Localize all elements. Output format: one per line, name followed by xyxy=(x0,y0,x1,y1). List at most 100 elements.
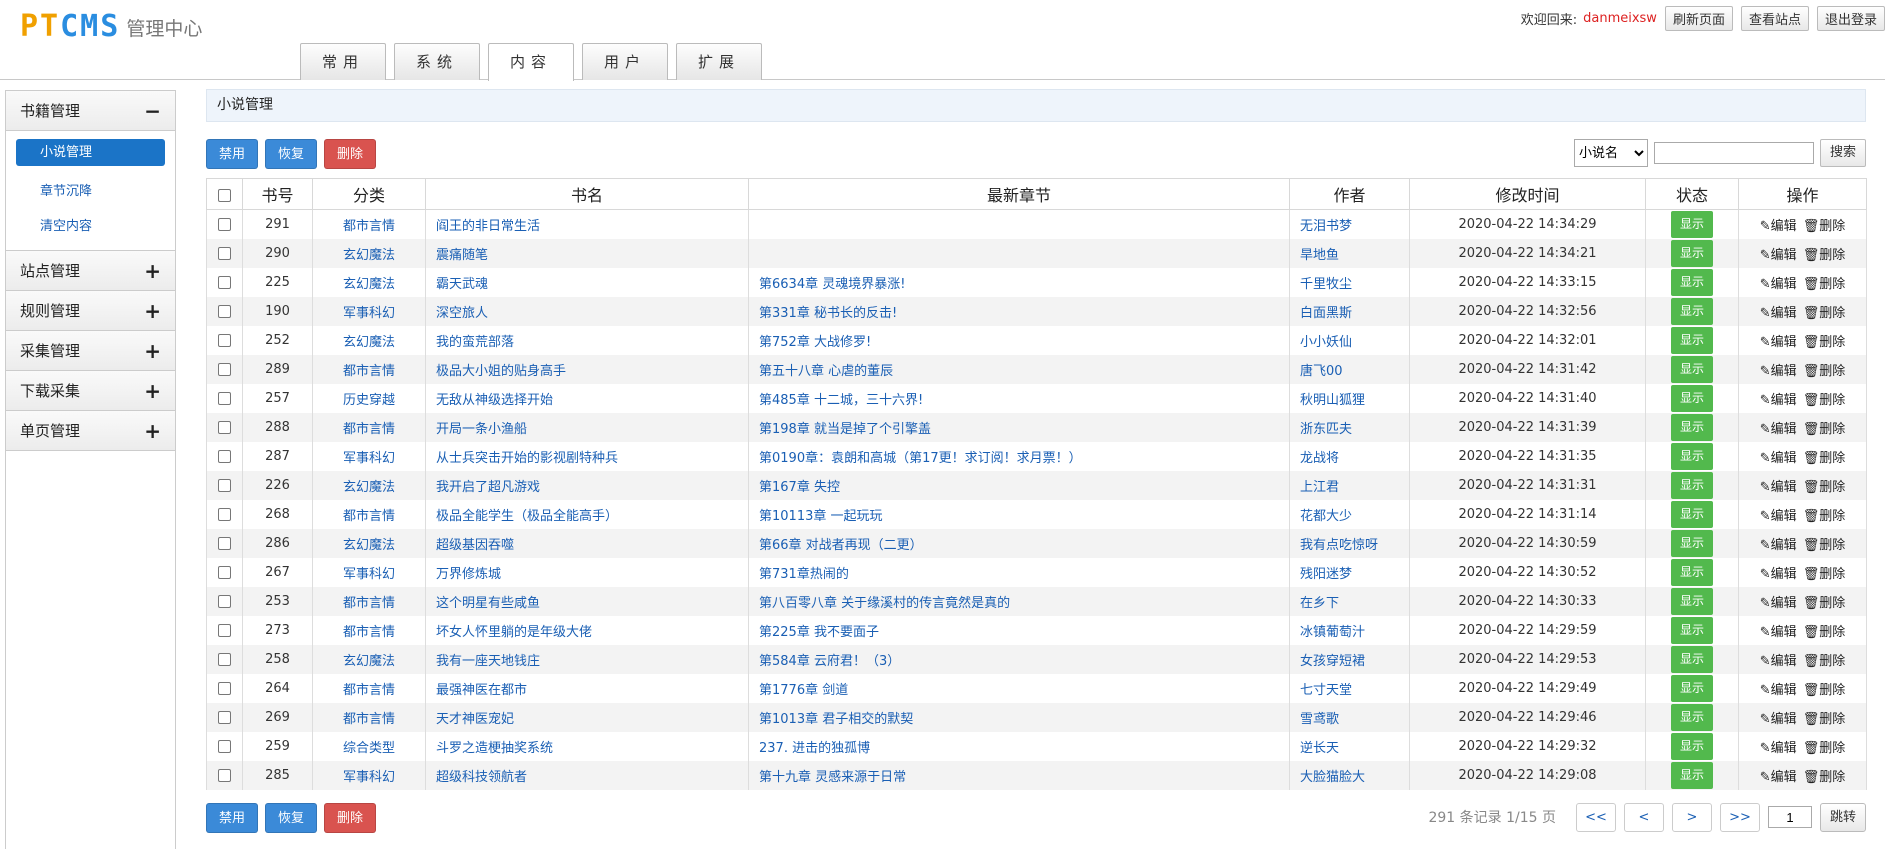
category-link[interactable]: 玄幻魔法 xyxy=(343,277,395,292)
delete-action[interactable]: 🗑删除 xyxy=(1803,741,1846,756)
status-badge[interactable]: 显示 xyxy=(1671,210,1713,238)
book-name-link[interactable]: 我的蛮荒部落 xyxy=(436,335,514,350)
page-number-input[interactable] xyxy=(1767,806,1812,828)
row-checkbox[interactable] xyxy=(218,565,231,579)
row-checkbox[interactable] xyxy=(218,507,231,521)
edit-action[interactable]: ✎编辑 xyxy=(1760,248,1797,263)
author-link[interactable]: 秋明山狐狸 xyxy=(1300,393,1365,408)
column-header[interactable]: 书号 xyxy=(242,178,313,210)
edit-action[interactable]: ✎编辑 xyxy=(1760,567,1797,582)
author-link[interactable]: 冰镇葡萄汁 xyxy=(1300,625,1365,640)
latest-chapter-link[interactable]: 第1013章 君子相交的默契 xyxy=(759,712,913,727)
disable-button[interactable]: 禁用 xyxy=(206,139,259,169)
book-name-link[interactable]: 深空旅人 xyxy=(436,306,488,321)
book-name-link[interactable]: 阎王的非日常生活 xyxy=(436,219,540,234)
latest-chapter-link[interactable]: 第167章 失控 xyxy=(759,480,840,495)
book-name-link[interactable]: 斗罗之造梗抽奖系统 xyxy=(436,741,553,756)
delete-action[interactable]: 🗑删除 xyxy=(1803,683,1846,698)
latest-chapter-link[interactable]: 第6634章 灵魂境界暴涨! xyxy=(759,277,905,292)
edit-action[interactable]: ✎编辑 xyxy=(1760,596,1797,611)
row-checkbox[interactable] xyxy=(218,739,231,753)
status-badge[interactable]: 显示 xyxy=(1671,732,1713,760)
category-link[interactable]: 玄幻魔法 xyxy=(343,335,395,350)
latest-chapter-link[interactable]: 第十九章 灵感来源于日常 xyxy=(759,770,906,785)
book-name-link[interactable]: 天才神医宠妃 xyxy=(436,712,514,727)
category-link[interactable]: 都市言情 xyxy=(343,509,395,524)
author-link[interactable]: 在乡下 xyxy=(1300,596,1339,611)
sidebar-group-books[interactable]: 书籍管理 − xyxy=(6,91,175,131)
collapse-icon[interactable]: − xyxy=(144,99,161,123)
delete-action[interactable]: 🗑删除 xyxy=(1803,596,1846,611)
book-name-link[interactable]: 霸天武魂 xyxy=(436,277,488,292)
status-badge[interactable]: 显示 xyxy=(1671,703,1713,731)
status-badge[interactable]: 显示 xyxy=(1671,645,1713,673)
delete-action[interactable]: 🗑删除 xyxy=(1803,422,1846,437)
row-checkbox[interactable] xyxy=(218,362,231,376)
book-name-link[interactable]: 超级基因吞噬 xyxy=(436,538,514,553)
book-name-link[interactable]: 万界修炼城 xyxy=(436,567,501,582)
author-link[interactable]: 残阳迷梦 xyxy=(1300,567,1352,582)
author-link[interactable]: 我有点吃惊呀 xyxy=(1300,538,1378,553)
delete-action[interactable]: 🗑删除 xyxy=(1803,306,1846,321)
sidebar-group-collect[interactable]: 采集管理 + xyxy=(6,331,175,371)
delete-action[interactable]: 🗑删除 xyxy=(1803,480,1846,495)
restore-button[interactable]: 恢复 xyxy=(265,802,318,833)
category-link[interactable]: 军事科幻 xyxy=(343,306,395,321)
sidebar-group-sites[interactable]: 站点管理 + xyxy=(6,251,175,291)
author-link[interactable]: 逆长天 xyxy=(1300,741,1339,756)
book-name-link[interactable]: 超级科技领航者 xyxy=(436,770,527,785)
latest-chapter-link[interactable]: 第331章 秘书长的反击! xyxy=(759,306,897,321)
book-name-link[interactable]: 极品大小姐的贴身高手 xyxy=(436,364,566,379)
expand-icon[interactable]: + xyxy=(144,419,161,443)
latest-chapter-link[interactable]: 第0190章：袁朗和高城（第17更！求订阅！求月票！） xyxy=(759,451,1082,466)
edit-action[interactable]: ✎编辑 xyxy=(1760,712,1797,727)
status-badge[interactable]: 显示 xyxy=(1671,326,1713,354)
author-link[interactable]: 小小妖仙 xyxy=(1300,335,1352,350)
row-checkbox[interactable] xyxy=(218,594,231,608)
edit-action[interactable]: ✎编辑 xyxy=(1760,480,1797,495)
sidebar-group-rules[interactable]: 规则管理 + xyxy=(6,291,175,331)
latest-chapter-link[interactable]: 第584章 云府君！（3） xyxy=(759,654,900,669)
row-checkbox[interactable] xyxy=(218,333,231,347)
row-checkbox[interactable] xyxy=(218,652,231,666)
row-checkbox[interactable] xyxy=(218,478,231,492)
restore-button[interactable]: 恢复 xyxy=(265,139,318,169)
edit-action[interactable]: ✎编辑 xyxy=(1760,538,1797,553)
delete-action[interactable]: 🗑删除 xyxy=(1803,770,1846,785)
row-checkbox[interactable] xyxy=(218,217,231,231)
expand-icon[interactable]: + xyxy=(144,299,161,323)
edit-action[interactable]: ✎编辑 xyxy=(1760,219,1797,234)
column-header[interactable]: 书名 xyxy=(425,178,749,210)
refresh-button[interactable]: 刷新页面 xyxy=(1664,6,1733,31)
next-page-button[interactable]: > xyxy=(1671,802,1712,832)
status-badge[interactable]: 显示 xyxy=(1671,384,1713,412)
author-link[interactable]: 浙东匹夫 xyxy=(1300,422,1352,437)
sidebar-item-novel-manage[interactable]: 小说管理 xyxy=(16,139,165,166)
latest-chapter-link[interactable]: 第752章 大战修罗! xyxy=(759,335,871,350)
search-field-select[interactable]: 小说名 xyxy=(1573,139,1648,167)
latest-chapter-link[interactable]: 第66章 对战者再现（二更） xyxy=(759,538,923,553)
edit-action[interactable]: ✎编辑 xyxy=(1760,335,1797,350)
status-badge[interactable]: 显示 xyxy=(1671,529,1713,557)
category-link[interactable]: 玄幻魔法 xyxy=(343,480,395,495)
book-name-link[interactable]: 开局一条小渔船 xyxy=(436,422,527,437)
author-link[interactable]: 上江君 xyxy=(1300,480,1339,495)
category-link[interactable]: 军事科幻 xyxy=(343,770,395,785)
row-checkbox[interactable] xyxy=(218,246,231,260)
category-link[interactable]: 历史穿越 xyxy=(343,393,395,408)
book-name-link[interactable]: 最强神医在都市 xyxy=(436,683,527,698)
author-link[interactable]: 唐飞00 xyxy=(1300,364,1343,379)
book-name-link[interactable]: 震痛随笔 xyxy=(436,248,488,263)
category-link[interactable]: 都市言情 xyxy=(343,219,395,234)
author-link[interactable]: 龙战将 xyxy=(1300,451,1339,466)
tab-system[interactable]: 系统 xyxy=(394,43,480,80)
author-link[interactable]: 女孩穿短裙 xyxy=(1300,654,1365,669)
latest-chapter-link[interactable]: 第485章 十二城，三十六界! xyxy=(759,393,923,408)
status-badge[interactable]: 显示 xyxy=(1671,674,1713,702)
search-button[interactable]: 搜索 xyxy=(1819,139,1866,167)
author-link[interactable]: 大脸猫脸大 xyxy=(1300,770,1365,785)
latest-chapter-link[interactable]: 第198章 就当是掉了个引擎盖 xyxy=(759,422,931,437)
disable-button[interactable]: 禁用 xyxy=(206,802,259,833)
edit-action[interactable]: ✎编辑 xyxy=(1760,451,1797,466)
column-header[interactable]: 作者 xyxy=(1289,178,1410,210)
